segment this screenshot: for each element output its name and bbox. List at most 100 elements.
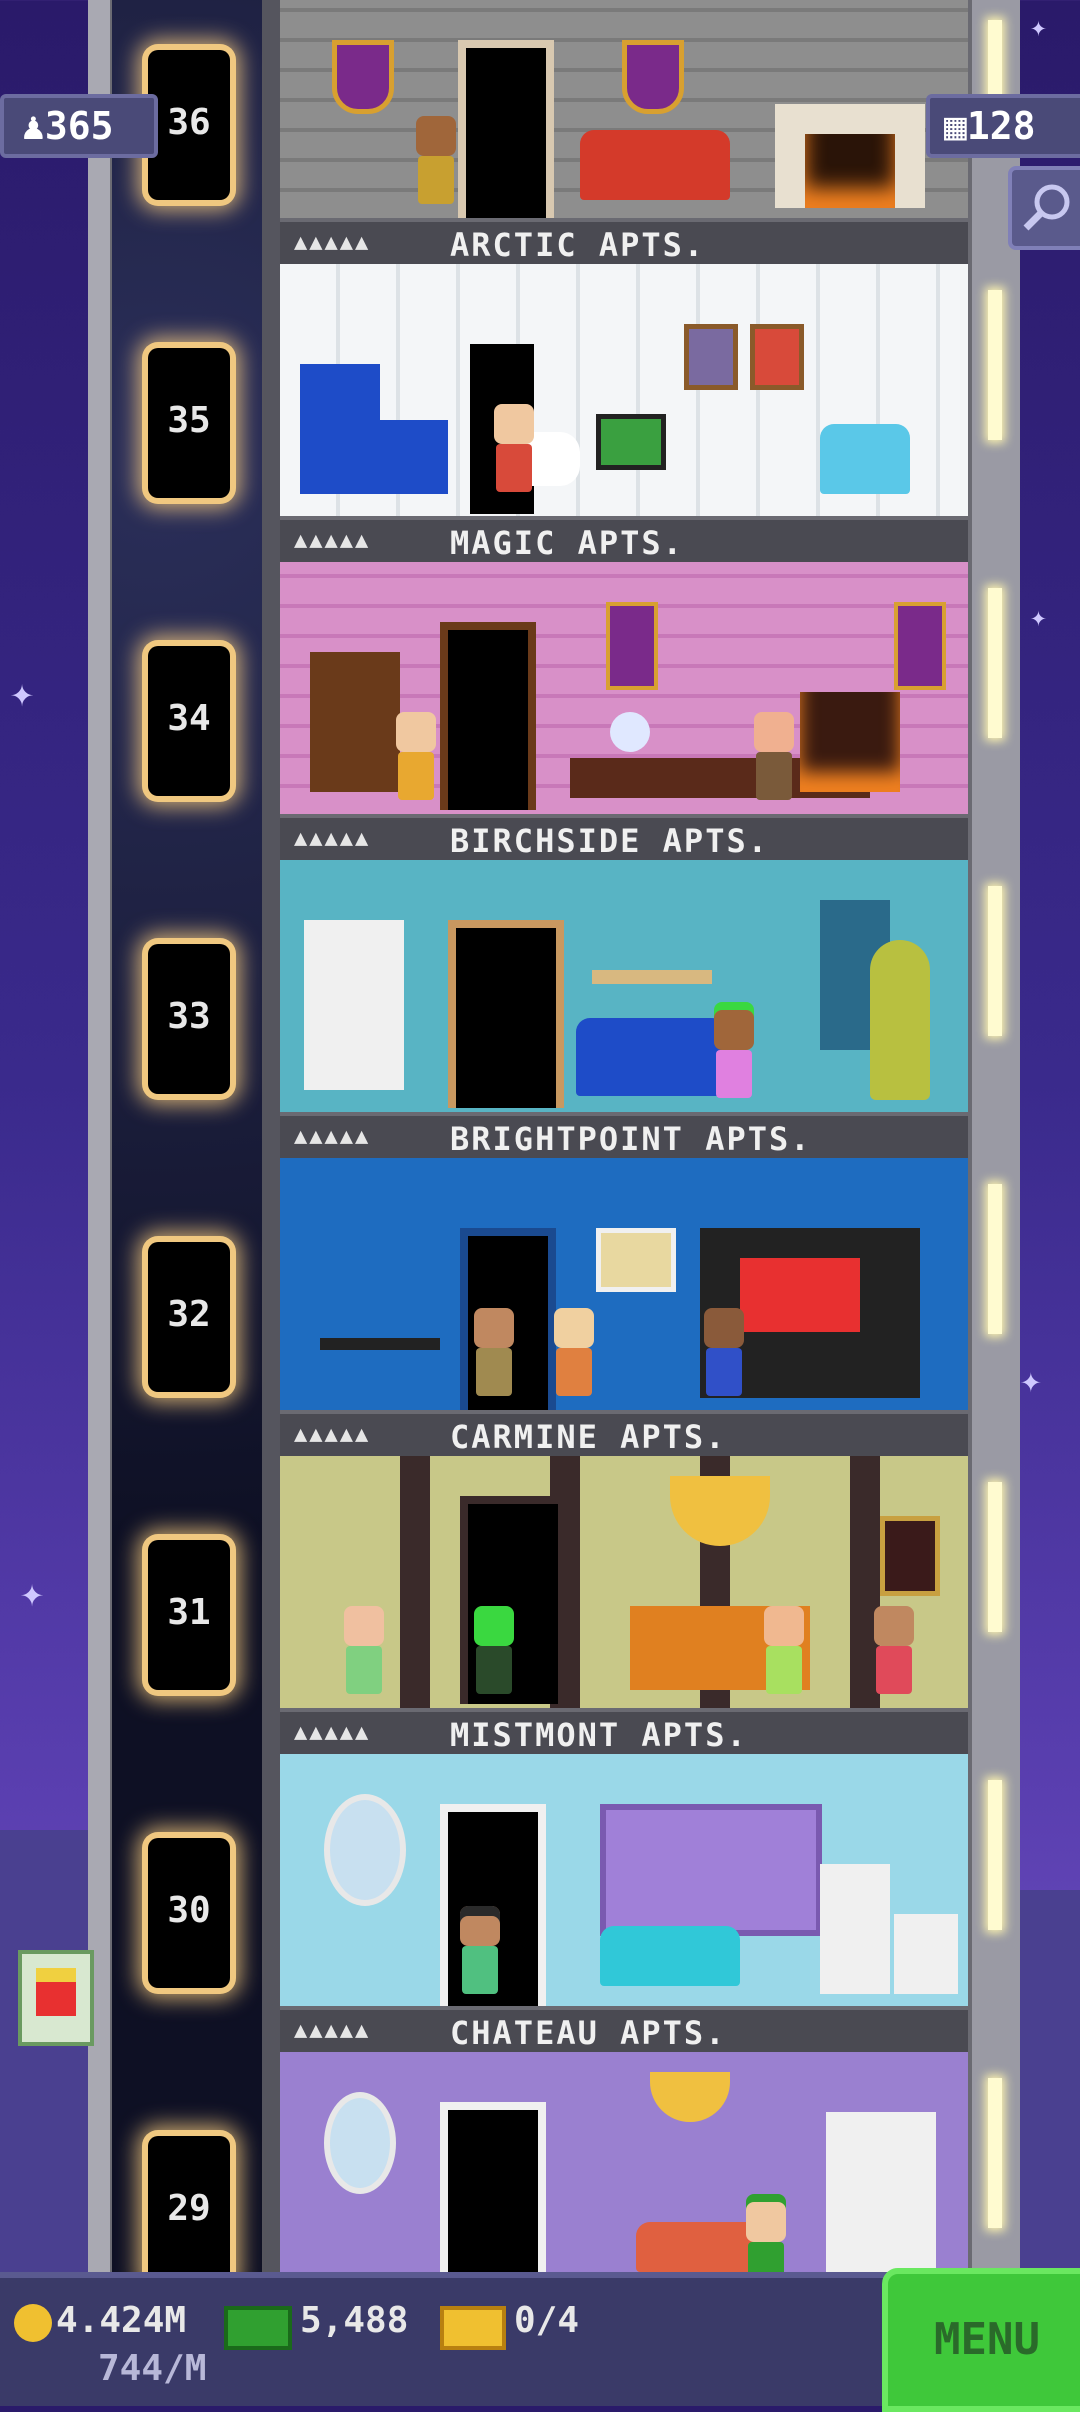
picture-frame	[684, 324, 738, 390]
ticket-count: 0/4	[514, 2300, 580, 2341]
tower-building: ▲▲▲▲▲ ARCTIC APTS. ▲▲▲▲▲ MAGIC APTS. ▲▲▲…	[280, 0, 968, 2272]
white-cabinet	[304, 920, 404, 1090]
table	[320, 1338, 440, 1350]
elevator-stop-35[interactable]: 35	[148, 348, 230, 498]
floor-33-room[interactable]	[280, 860, 968, 1112]
floor-30-label[interactable]: ▲▲▲▲▲ CHATEAU APTS.	[280, 2006, 968, 2056]
elevator-stop-31[interactable]: 31	[148, 1540, 230, 1690]
resident[interactable]	[870, 1606, 918, 1694]
resident[interactable]	[742, 2202, 790, 2272]
floor-counter[interactable]: ▦128	[926, 94, 1080, 158]
elevator-stop-33[interactable]: 33	[148, 944, 230, 1094]
floor-31-room[interactable]	[280, 1456, 968, 1708]
floor-32-label[interactable]: ▲▲▲▲▲ CARMINE APTS.	[280, 1410, 968, 1460]
floor-36-room[interactable]	[280, 0, 968, 218]
doorway	[440, 2102, 546, 2272]
bookshelf	[310, 652, 400, 792]
elevator-stop-30[interactable]: 30	[148, 1838, 230, 1988]
resident[interactable]	[456, 1906, 504, 1994]
shield-crest	[332, 40, 394, 114]
floor-name: BRIGHTPOINT APTS.	[450, 1120, 812, 1158]
banner	[606, 602, 658, 690]
floor-number: 34	[167, 698, 211, 739]
elevator-stop-36[interactable]: 36	[148, 50, 230, 200]
coin-balance: 4.424M	[56, 2300, 187, 2341]
menu-button[interactable]: MENU	[882, 2268, 1080, 2412]
resident[interactable]	[340, 1606, 388, 1694]
resident-slots: ▲▲▲▲▲	[294, 2018, 371, 2043]
resident-slots: ▲▲▲▲▲	[294, 1720, 371, 1745]
person-icon: ♟	[22, 104, 45, 148]
cash-icon	[224, 2306, 292, 2350]
background-building	[0, 1830, 88, 2280]
resident[interactable]	[710, 1010, 758, 1098]
floor-name: MAGIC APTS.	[450, 524, 684, 562]
resident[interactable]	[470, 1308, 518, 1396]
resident-slots: ▲▲▲▲▲	[294, 826, 371, 851]
floor-32-room[interactable]	[280, 1158, 968, 1410]
doorway	[458, 40, 554, 218]
floor-34-label[interactable]: ▲▲▲▲▲ BIRCHSIDE APTS.	[280, 814, 968, 864]
painting	[596, 1228, 676, 1292]
elevator-stop-34[interactable]: 34	[148, 646, 230, 796]
floor-35-room[interactable]	[280, 264, 968, 516]
resident[interactable]	[550, 1308, 598, 1396]
floor-35-label[interactable]: ▲▲▲▲▲ MAGIC APTS.	[280, 516, 968, 566]
mirror	[324, 2092, 396, 2194]
blue-armchair	[820, 424, 910, 494]
floor-number: 33	[167, 996, 211, 1037]
floor-number: 29	[167, 2188, 211, 2229]
bux-balance: 5,488	[300, 2300, 409, 2341]
picture-frame	[750, 324, 804, 390]
building-icon: ▦	[944, 104, 967, 148]
shield-crest	[622, 40, 684, 114]
potted-plant	[870, 940, 930, 1100]
tower-right-edge	[968, 0, 1020, 2272]
floor-36-label[interactable]: ▲▲▲▲▲ ARCTIC APTS.	[280, 218, 968, 268]
blue-stove	[372, 420, 448, 494]
red-sofa	[580, 130, 730, 200]
resident[interactable]	[760, 1606, 808, 1694]
floor-31-label[interactable]: ▲▲▲▲▲ MISTMONT APTS.	[280, 1708, 968, 1758]
floor-29-room[interactable]	[280, 2052, 968, 2272]
shaft-edge	[262, 0, 280, 2272]
banner	[894, 602, 946, 690]
resident-slots: ▲▲▲▲▲	[294, 1422, 371, 1447]
resident[interactable]	[490, 404, 538, 492]
floor-33-label[interactable]: ▲▲▲▲▲ BRIGHTPOINT APTS.	[280, 1112, 968, 1162]
window	[600, 1804, 822, 1936]
floor-name: BIRCHSIDE APTS.	[450, 822, 769, 860]
floor-number: 35	[167, 400, 211, 441]
search-button[interactable]	[1008, 166, 1080, 250]
teal-sofa	[600, 1926, 740, 1986]
star-icon: ✦	[20, 1570, 45, 1616]
population-counter[interactable]: ♟365	[0, 94, 158, 158]
floor-name: CHATEAU APTS.	[450, 2014, 727, 2052]
star-icon: ✦	[1020, 1360, 1042, 1401]
blue-fridge	[300, 364, 380, 494]
resident[interactable]	[700, 1308, 748, 1396]
fridge	[820, 1864, 890, 1994]
floor-30-room[interactable]	[280, 1754, 968, 2006]
resident[interactable]	[470, 1606, 518, 1694]
fries-notification-icon[interactable]	[18, 1950, 94, 2046]
resident-slots: ▲▲▲▲▲	[294, 230, 371, 255]
population-value: 365	[44, 104, 114, 148]
magnifier-icon	[1023, 184, 1070, 231]
floor-number: 31	[167, 1592, 211, 1633]
resident[interactable]	[750, 712, 798, 800]
chandelier	[670, 1476, 770, 1546]
fireplace	[775, 104, 925, 208]
resident[interactable]	[392, 712, 440, 800]
elevator-stop-29[interactable]: 29	[148, 2136, 230, 2286]
star-icon: ✦	[1030, 600, 1047, 633]
painting	[880, 1516, 940, 1596]
resident[interactable]	[412, 116, 460, 204]
coin-icon	[14, 2304, 52, 2342]
chandelier	[650, 2072, 730, 2122]
shelf	[592, 970, 712, 984]
floor-number: 36	[167, 102, 211, 143]
elevator-stop-32[interactable]: 32	[148, 1242, 230, 1392]
floor-34-room[interactable]	[280, 562, 968, 814]
doorway	[448, 920, 564, 1108]
